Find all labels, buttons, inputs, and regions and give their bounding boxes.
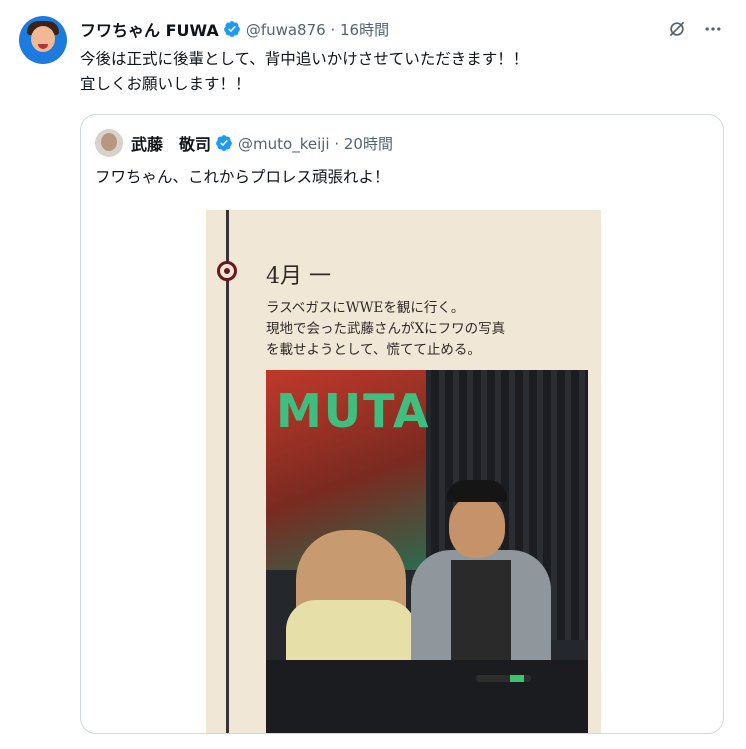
quoted-author-display-name: 武藤 敬司 bbox=[131, 135, 212, 154]
author-handle-time[interactable]: @fuwa876 · 16時間 bbox=[246, 19, 389, 40]
person-right bbox=[411, 480, 551, 670]
tweet-actions-top bbox=[666, 18, 724, 40]
timeline-marker bbox=[217, 261, 237, 281]
quoted-tweet-header: 武藤 敬司 @muto_keiji · 20時間 bbox=[131, 131, 393, 155]
quoted-author-handle-time: @muto_keiji · 20時間 bbox=[238, 134, 393, 153]
timeline-line bbox=[226, 210, 229, 733]
image-caption: ラスベガスにWWEを観に行く。 現地で会った武藤さんがXにフワの写真 を載せよう… bbox=[266, 300, 506, 358]
author-display-name[interactable]: フワちゃん FUWA bbox=[80, 17, 219, 41]
image-month-heading: 4月 一 bbox=[266, 264, 331, 289]
grok-icon[interactable] bbox=[666, 18, 688, 40]
quoted-tweet-image[interactable]: 4月 一 ラスベガスにWWEを観に行く。 現地で会った武藤さんがXにフワの写真 … bbox=[206, 210, 601, 733]
verified-badge-icon bbox=[216, 135, 232, 151]
quoted-tweet[interactable]: 武藤 敬司 @muto_keiji · 20時間 フワちゃん、これからプロレス頑… bbox=[80, 114, 724, 734]
signing-table bbox=[266, 660, 588, 733]
quoted-author-avatar[interactable] bbox=[95, 129, 123, 157]
more-options-icon[interactable] bbox=[702, 18, 724, 40]
author-avatar[interactable] bbox=[19, 16, 67, 64]
embedded-photo: MUTA bbox=[266, 370, 588, 733]
marker-pen bbox=[476, 675, 531, 682]
tweet-text: 今後は正式に後輩として、背中追いかけさせていただきます！！ 宜しくお願いします！… bbox=[80, 50, 529, 93]
tweet-header: フワちゃん FUWA @fuwa876 · 16時間 bbox=[80, 17, 389, 41]
banner-text: MUTA bbox=[276, 384, 431, 438]
quoted-tweet-text: フワちゃん、これからプロレス頑張れよ！ bbox=[95, 168, 390, 186]
person-left bbox=[286, 530, 416, 680]
verified-badge-icon[interactable] bbox=[223, 20, 241, 38]
